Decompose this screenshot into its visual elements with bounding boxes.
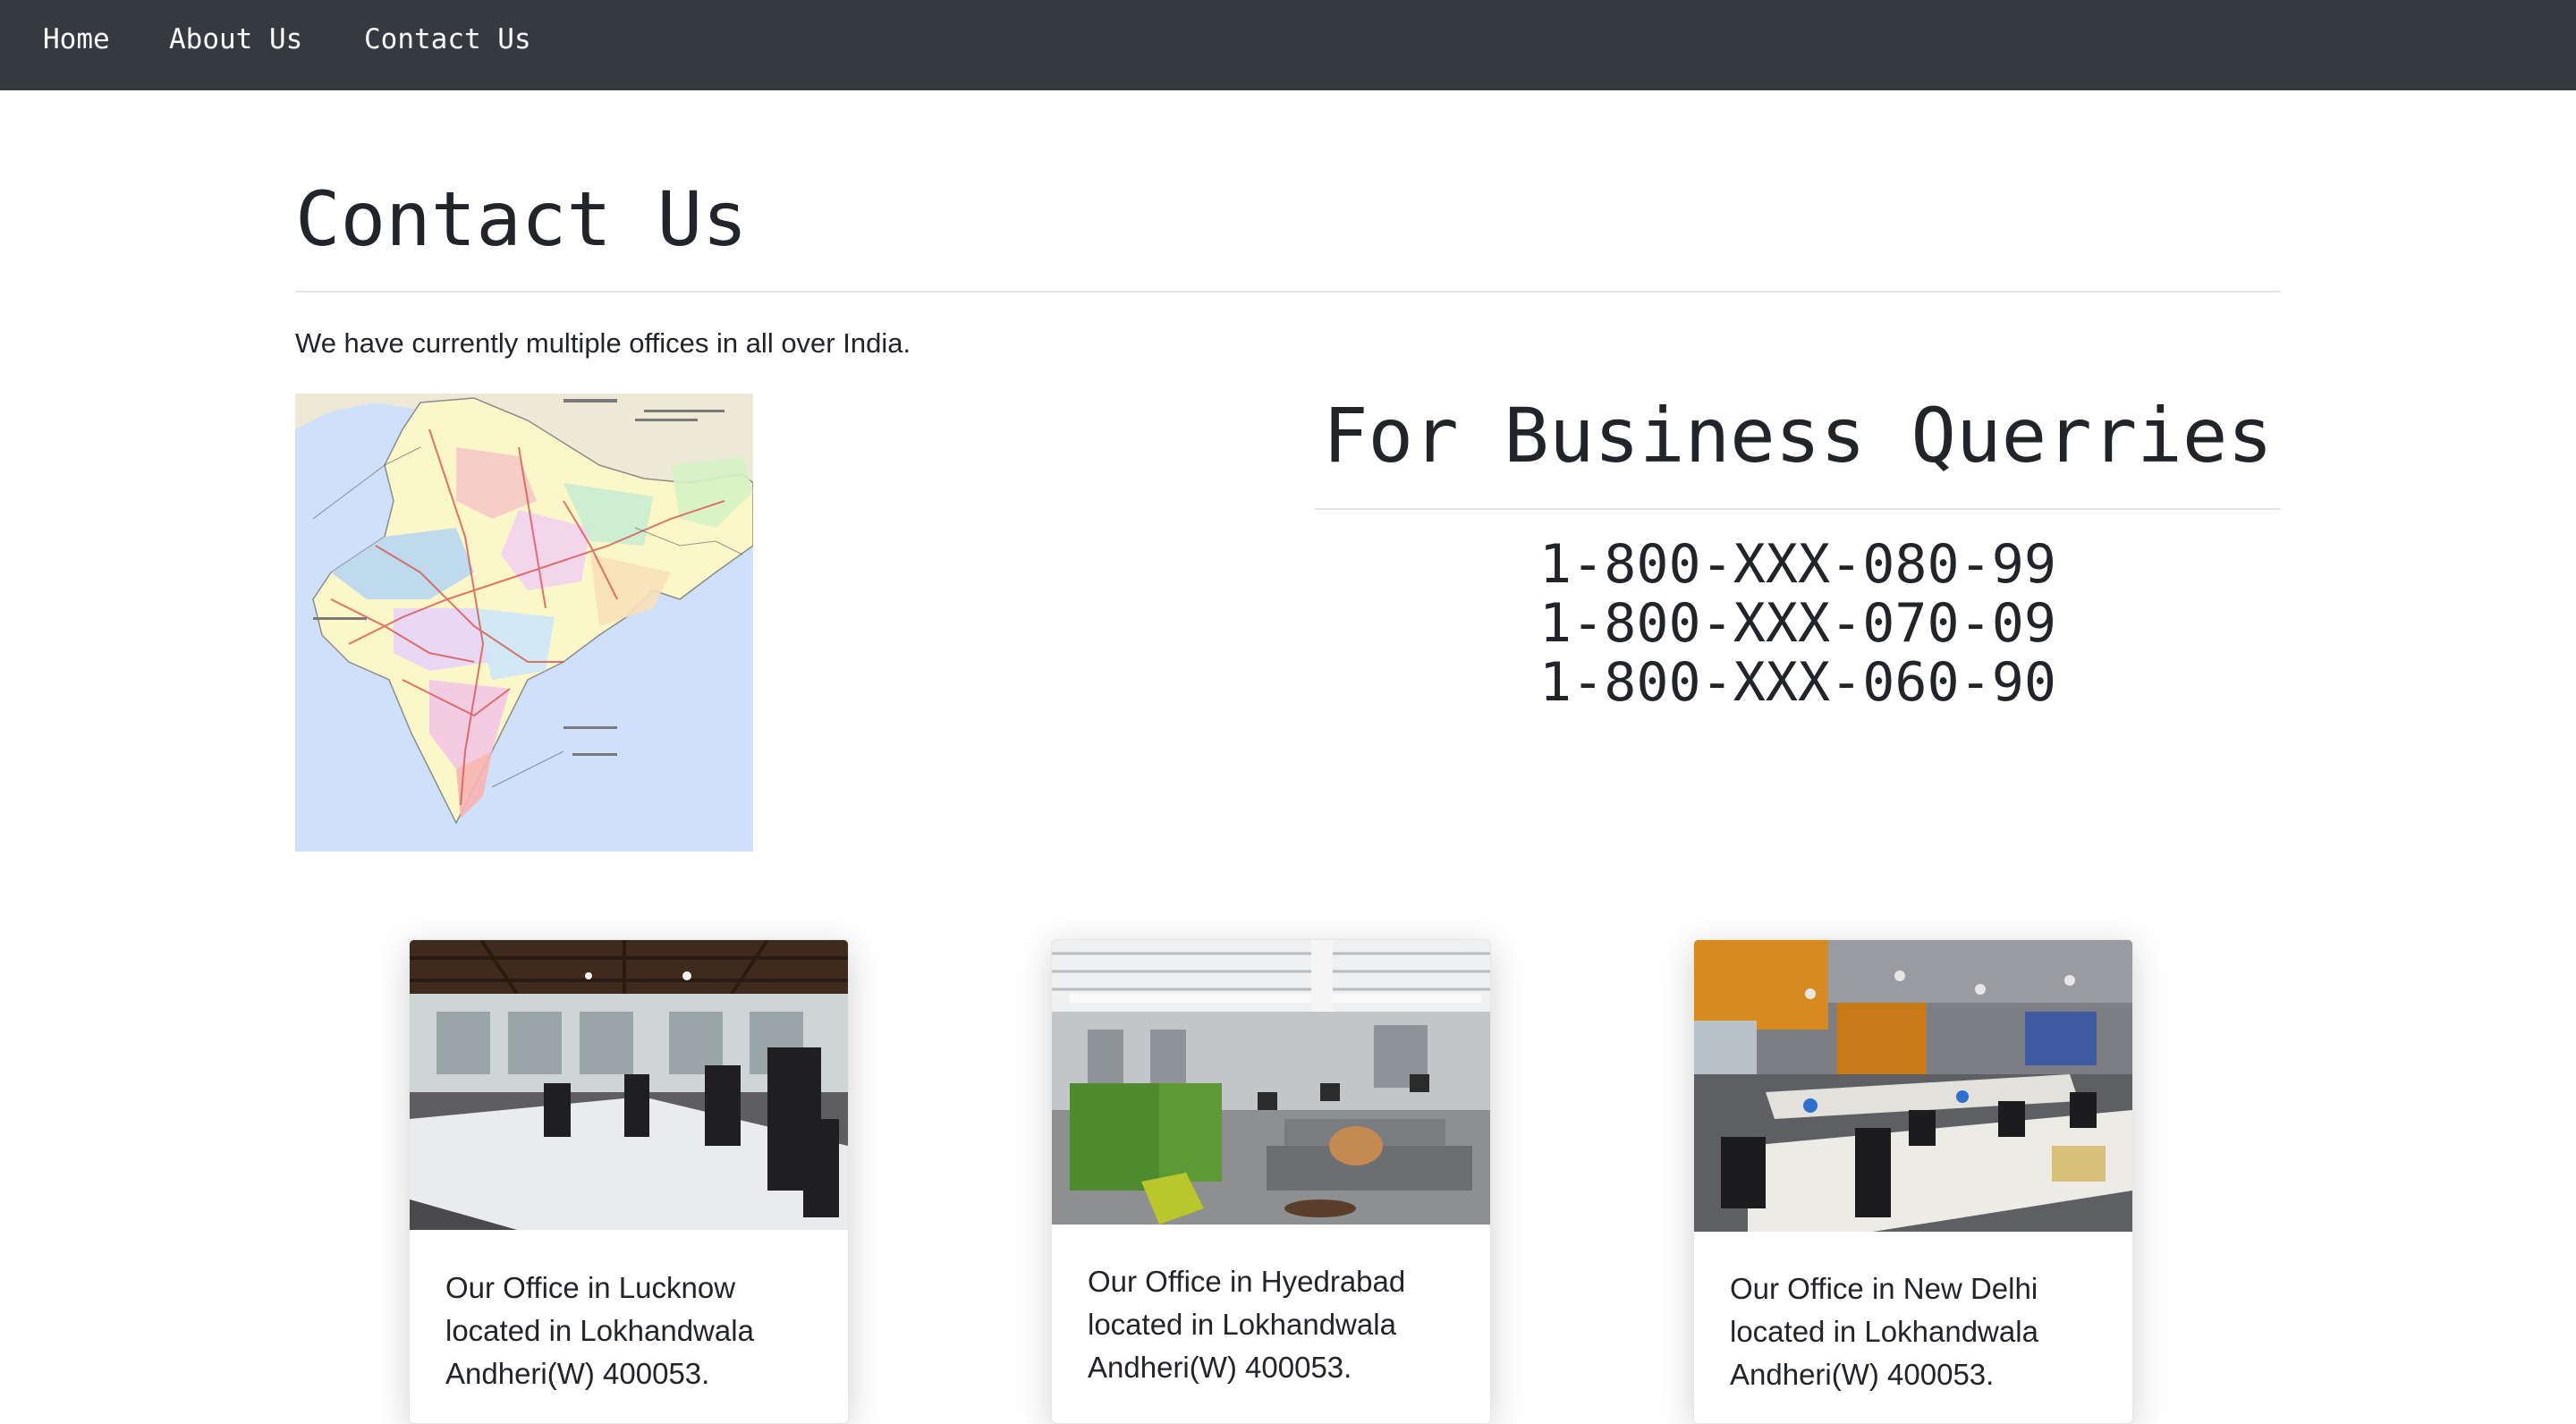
phone-number: 1-800-XXX-060-90 <box>1539 651 2056 714</box>
page-title: Contact Us <box>295 175 748 263</box>
office-description: Our Office in New Delhi located in Lokha… <box>1730 1272 2038 1391</box>
phone-number: 1-800-XXX-080-99 <box>1539 533 2056 596</box>
business-queries-title: For Business Querries <box>1322 392 2274 479</box>
office-card-lucknow: Our Office in Lucknow located in Lokhand… <box>409 939 849 1424</box>
office-card-new-delhi: Our Office in New Delhi located in Lokha… <box>1693 939 2133 1424</box>
nav-link-contact-us[interactable]: Contact Us <box>364 21 531 57</box>
office-photo-hyderabad <box>1052 940 1490 1225</box>
office-photo-lucknow <box>410 940 848 1230</box>
navbar: Home About Us Contact Us <box>0 0 2576 90</box>
nav-link-home[interactable]: Home <box>43 21 110 57</box>
business-divider <box>1315 508 2281 510</box>
intro-text: We have currently multiple offices in al… <box>295 327 911 359</box>
title-divider <box>295 291 2281 292</box>
office-photo-new-delhi <box>1694 940 2132 1232</box>
phone-list: 1-800-XXX-080-99 1-800-XXX-070-09 1-800-… <box>1315 535 2281 712</box>
phone-number: 1-800-XXX-070-09 <box>1539 592 2056 655</box>
nav-link-about-us[interactable]: About Us <box>169 21 302 57</box>
office-card-hyderabad: Our Office in Hyedrabad located in Lokha… <box>1051 939 1491 1424</box>
office-description: Our Office in Hyedrabad located in Lokha… <box>1088 1265 1406 1384</box>
office-description: Our Office in Lucknow located in Lokhand… <box>445 1271 754 1390</box>
india-map-image <box>295 394 753 852</box>
